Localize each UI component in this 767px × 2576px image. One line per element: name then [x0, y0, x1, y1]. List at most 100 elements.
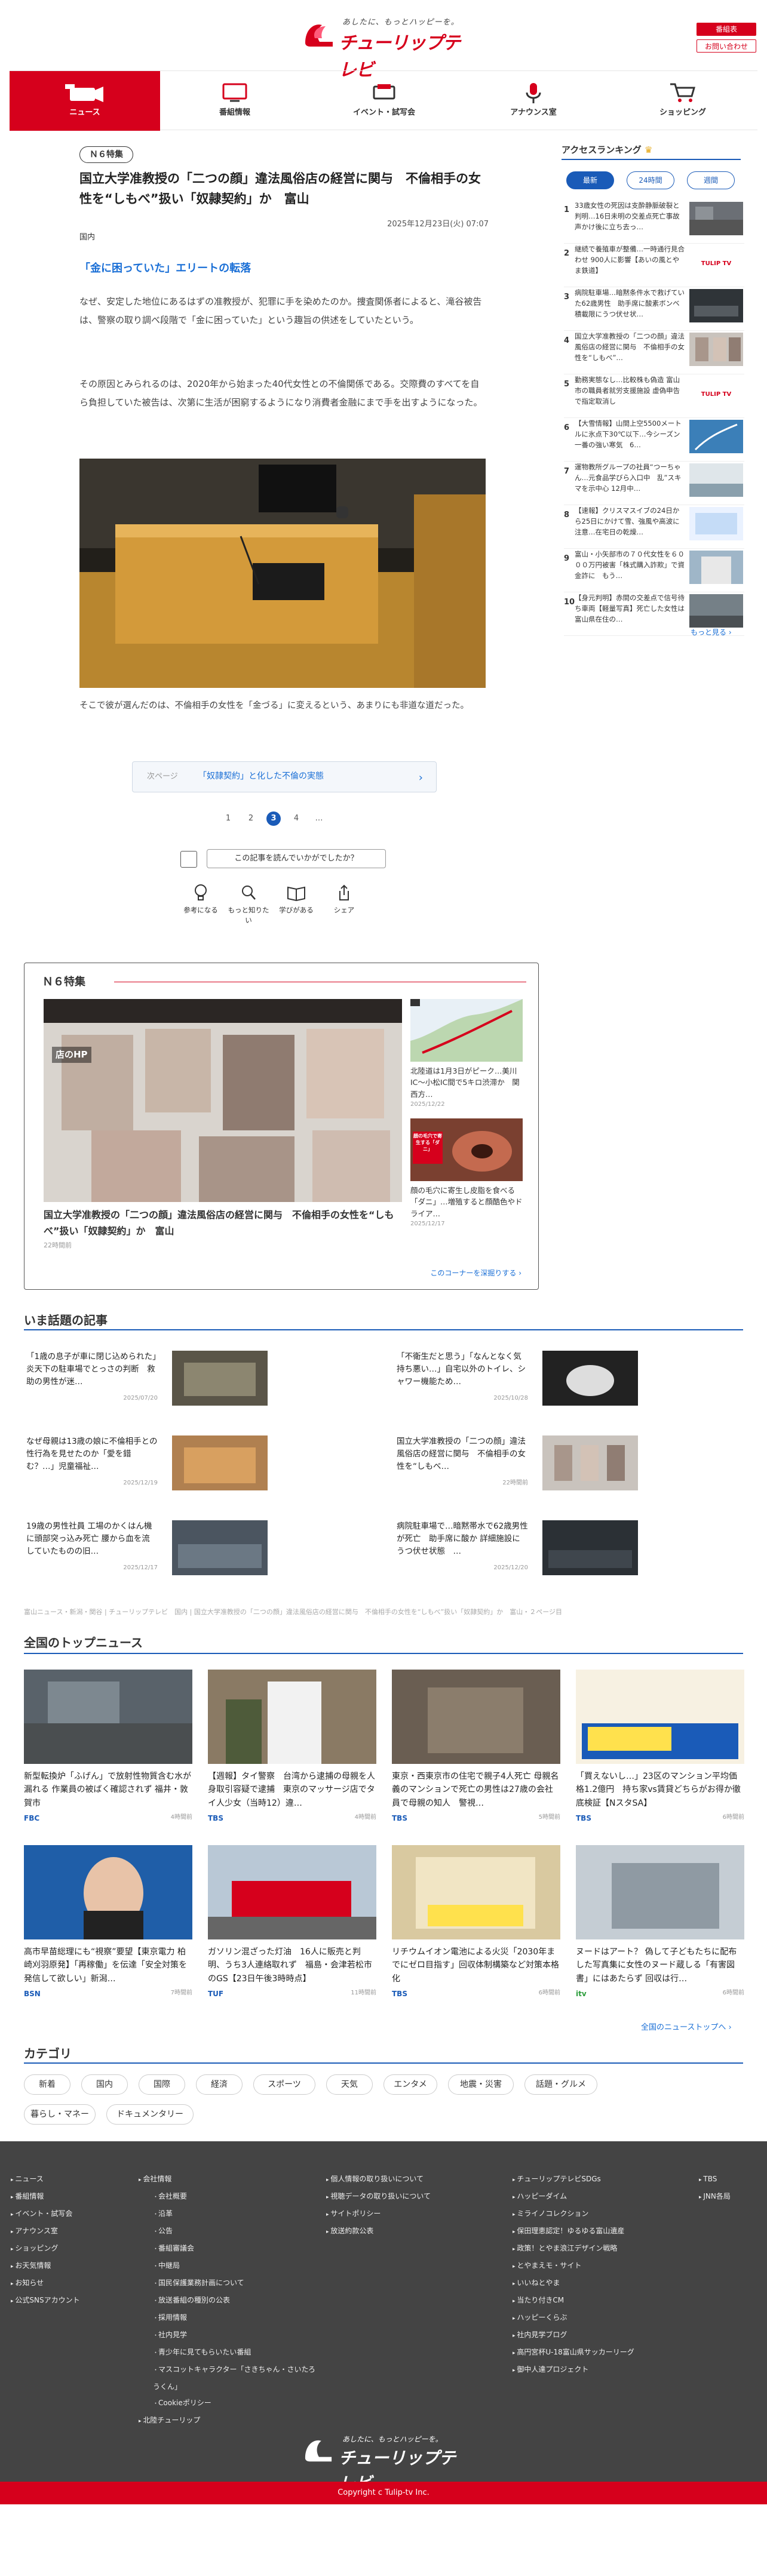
footer-sublink[interactable]: 青少年に見てもらいたい番組 [139, 2344, 318, 2362]
footer-link[interactable]: 高円宮杯U-18富山県サッカーリーグ [513, 2344, 634, 2362]
footer-sublink[interactable]: 放送番組の種別の公表 [139, 2292, 318, 2310]
contact-button[interactable]: お問い合わせ [697, 39, 756, 53]
footer-link[interactable]: ミライノコレクション [513, 2206, 634, 2223]
footer-sublink[interactable]: Cookieポリシー [139, 2395, 318, 2412]
reaction-helpful-button[interactable]: 参考になる [177, 884, 225, 915]
nav-item-announcers[interactable]: アナウンス室 [459, 71, 608, 131]
top-news-item[interactable]: ヌードはアート？ 偽して子どもたちに配布した写真集に女性のヌード蔵しる「有害図書… [576, 1845, 744, 2000]
top-news-item[interactable]: 新型転換炉「ふげん」で放射性物質含む水が漏れる 作業員の被ばく確認されず 福井・… [24, 1670, 192, 1825]
footer-link[interactable]: ニュース [11, 2171, 80, 2188]
footer-sublink[interactable]: 公告 [139, 2223, 318, 2240]
footer-sublink[interactable]: 国民保護業務計画について [139, 2275, 318, 2292]
footer-sublink[interactable]: 沿革 [139, 2206, 318, 2223]
footer-link[interactable]: サイトポリシー [326, 2206, 431, 2223]
top-news-item[interactable]: 東京・西東京市の住宅で親子4人死亡 母親名義のマンションで死亡の男性は27歳の会… [392, 1670, 560, 1825]
hot-article-item[interactable]: 国立大学准教授の「二つの顔」違法風俗店の経営に関与 不倫相手の女性を“しもべ… 2… [394, 1435, 645, 1507]
footer-link[interactable]: イベント・試写会 [11, 2206, 80, 2223]
article-category[interactable]: 国内 [79, 232, 95, 244]
footer-link[interactable]: 番組情報 [11, 2188, 80, 2206]
ranking-more-link[interactable]: もっと見る › [691, 627, 732, 638]
hot-article-item[interactable]: なぜ母親は13歳の娘に不倫相手との性行為を見せたのか「愛を錯む？…」児童福祉… 2… [24, 1435, 275, 1507]
ranking-item[interactable]: 4 国立大学准教授の「二つの顔」違法風俗店の経営に関与 不倫相手の女性を“しもべ”… [564, 331, 744, 374]
nav-item-shopping[interactable]: ショッピング [608, 71, 757, 131]
category-chip[interactable]: 暮らし・マネー [24, 2104, 96, 2125]
category-chip[interactable]: 地震・災害 [448, 2074, 514, 2095]
ranking-item[interactable]: 3 病院駐車場…暗黙条件水で救げていた62歳男性 助手席に酸素ボンベ積載限にうつ伏… [564, 288, 744, 331]
program-guide-button[interactable]: 番組表 [697, 23, 756, 36]
page-link[interactable]: 4 [289, 811, 303, 826]
tab-latest[interactable]: 最新 [566, 171, 614, 189]
footer-link[interactable]: ハッピーダイム [513, 2188, 634, 2206]
hot-article-item[interactable]: 19歳の男性社員 工場のかくはん機に頭部突っ込み死亡 腰から血を流していたものの… [24, 1520, 275, 1592]
footer-link[interactable]: TBS [699, 2171, 731, 2188]
footer-link[interactable]: いいねとやま [513, 2275, 634, 2292]
n6-main-image[interactable]: 店のHP [44, 999, 402, 1202]
page-link-current[interactable]: 3 [266, 811, 281, 826]
footer-link[interactable]: 当たり付きCM [513, 2292, 634, 2310]
nav-item-news[interactable]: ニュース [10, 71, 160, 131]
footer-link[interactable]: お知らせ [11, 2275, 80, 2292]
footer-link[interactable]: チューリップテレビSDGs [513, 2171, 634, 2188]
footer-sublink[interactable]: 番組審議会 [139, 2240, 318, 2258]
site-logo[interactable]: あしたに、もっとハッピーを。 チューリップテレビ [302, 17, 469, 81]
ranking-item[interactable]: 6 【大雪情報】山間上空5500メートルに氷点下30℃以下…今シーズン一番の強い寒… [564, 419, 744, 462]
ranking-item[interactable]: 1 33歳女性の死因は支酔静脈破裂と判明…16日未明の交差点死亡事故 声かけ後に立… [564, 201, 744, 244]
footer-sublink[interactable]: 社内見学 [139, 2327, 318, 2344]
share-button[interactable]: シェア [320, 884, 368, 915]
footer-link[interactable]: ハッピーくらぶ [513, 2310, 634, 2327]
ranking-item[interactable]: 5 勤務実態なし…比較株も偽造 富山市の職員者就労支援施設 虚偽申告で指定取消し T… [564, 375, 744, 418]
ranking-item[interactable]: 2 継続で養殖車が整備…一時通行見合わせ 900人に影響【あいの風とやま鉄道】 TU… [564, 244, 744, 287]
footer-link[interactable]: JNN各局 [699, 2188, 731, 2206]
n6-more-link[interactable]: このコーナーを深掘りする › [430, 1268, 521, 1278]
top-news-item[interactable]: リチウムイオン電池による火災「2030年までにゼロ目指す」回収体制構築など対策本… [392, 1845, 560, 2000]
page-link[interactable]: 1 [221, 811, 235, 826]
footer-sublink[interactable]: 会社概要 [139, 2188, 318, 2206]
category-chip[interactable]: 国際 [139, 2074, 185, 2095]
category-chip[interactable]: 天気 [326, 2074, 373, 2095]
category-chip[interactable]: エンタメ [384, 2074, 437, 2095]
tab-weekly[interactable]: 週間 [687, 171, 735, 189]
n6-side-item[interactable]: 顔の毛穴で寄生する「ダニ」 顔の毛穴に寄生し皮脂を食べる「ダニ」…増殖すると顔酷… [410, 1118, 523, 1228]
hot-article-item[interactable]: 「不衛生だと思う」「なんとなく気持ち悪い…」自宅以外のトイレ、シャワー機能ため…… [394, 1351, 645, 1422]
ranking-item[interactable]: 7 運物教所グループの社員“つーちゃん…元食品学びら入口中 乱”スキマを示中心 1… [564, 462, 744, 505]
footer-sublink[interactable]: 中継局 [139, 2258, 318, 2275]
n6-side-item[interactable]: 北陸道は1月3日がピーク…美川IC～小松IC間で5キロ渋滞か 関西方… 2025… [410, 999, 523, 1109]
footer-link[interactable]: 放送約款公表 [326, 2223, 431, 2240]
hot-article-item[interactable]: 病院駐車場で…暗黙帯水で62歳男性が死亡 助手席に酸か 詳細施設にうつ伏せ状態 … [394, 1520, 645, 1592]
footer-logo[interactable]: あしたに、もっとハッピーを。 チューリップテレビ [302, 2434, 469, 2493]
next-page-link[interactable]: 次ページ 「奴隷契約」と化した不倫の実態 › [132, 761, 437, 792]
category-chip[interactable]: 国内 [81, 2074, 128, 2095]
footer-link[interactable]: 北陸チューリップ [139, 2412, 318, 2430]
nav-item-events[interactable]: イベント・試写会 [309, 71, 459, 131]
footer-link[interactable]: 公式SNSアカウント [11, 2292, 79, 2310]
reaction-more-button[interactable]: もっと知りたい [225, 884, 272, 926]
footer-link[interactable]: 会社情報 [139, 2171, 318, 2188]
ranking-item[interactable]: 9 富山・小矢部市の７０代女性を６０００万円被害「株式購入詐欺」で資金詐に もう… [564, 549, 744, 592]
footer-link[interactable]: とやまえモ・サイト [513, 2258, 634, 2275]
footer-link[interactable]: 保田理恵認定！ゆるゆる富山遺産 [513, 2223, 634, 2240]
footer-sublink[interactable]: 採用情報 [139, 2310, 318, 2327]
category-chip[interactable]: スポーツ [253, 2074, 315, 2095]
footer-link[interactable]: 視聴データの取り扱いについて [326, 2188, 431, 2206]
footer-link[interactable]: お天気情報 [11, 2258, 80, 2275]
article-badge[interactable]: Ｎ６特集 [79, 146, 133, 163]
reaction-learn-button[interactable]: 学びがある [272, 884, 320, 915]
footer-link[interactable]: 社内見学ブログ [513, 2327, 634, 2344]
category-chip[interactable]: 新着 [24, 2074, 70, 2095]
hot-article-item[interactable]: 「1歳の息子が車に閉じ込められた」炎天下の駐車場でとっさの判断 救助の男性が迷…… [24, 1351, 275, 1422]
top-news-item[interactable]: 【週報】タイ警察 台湾から逮捕の母親を人身取引容疑で逮捕 東京のマッサージ店でタ… [208, 1670, 376, 1825]
top-news-item[interactable]: 「買えないし…」23区のマンション平均価格1.2億円 持ち家vs賃貸どちらがお得… [576, 1670, 744, 1825]
category-chip[interactable]: 話題・グルメ [524, 2074, 597, 2095]
footer-link[interactable]: 御中人達プロジェクト [513, 2362, 634, 2379]
footer-link[interactable]: 個人情報の取り扱いについて [326, 2171, 431, 2188]
footer-sublink[interactable]: マスコットキャラクター「さきちゃん・さいたろうくん」 [139, 2362, 318, 2395]
category-chip[interactable]: ドキュメンタリー [106, 2104, 194, 2125]
page-link[interactable]: 2 [244, 811, 258, 826]
nav-item-programs[interactable]: 番組情報 [160, 71, 309, 131]
breadcrumb[interactable]: 富山ニュース・新潟・関谷 | チューリップテレビ 国内 | 国立大学准教授の「二… [24, 1607, 743, 1618]
all-news-link[interactable]: 全国のニューストップへ › [641, 2022, 732, 2034]
tab-24h[interactable]: 24時間 [627, 171, 674, 189]
ranking-item[interactable]: 8 【速報】クリスマスイブの24日から25日にかけて雪、強風や高波に注意…在宅日の… [564, 506, 744, 549]
footer-link[interactable]: アナウンス室 [11, 2223, 80, 2240]
footer-link[interactable]: ショッピング [11, 2240, 80, 2258]
